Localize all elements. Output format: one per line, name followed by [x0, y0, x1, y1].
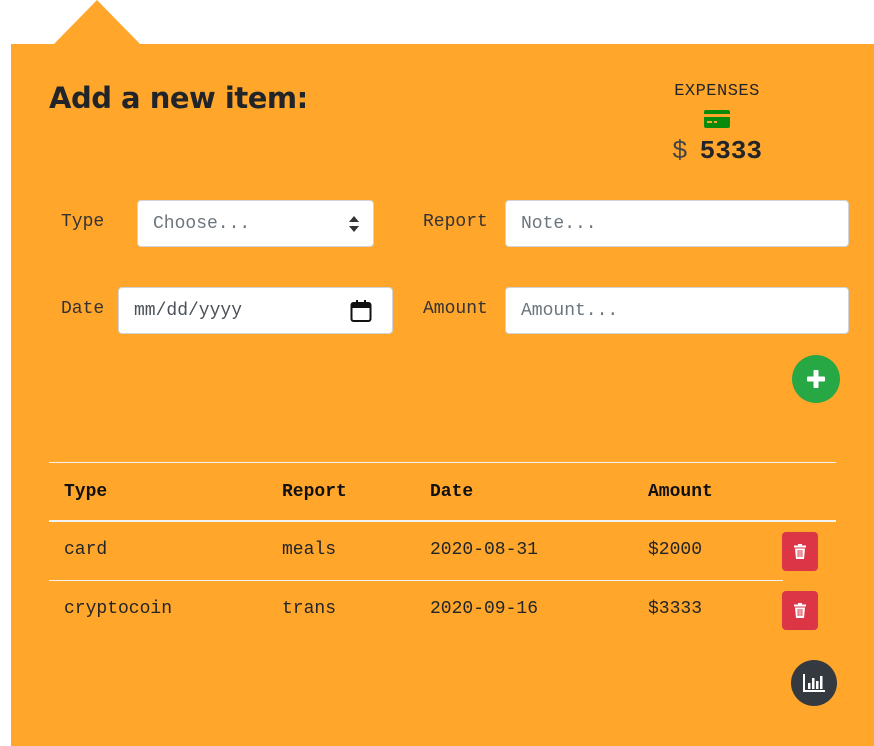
- cell-amount: $2000: [648, 540, 703, 560]
- cell-amount: $3333: [648, 599, 703, 619]
- column-header-report: Report: [282, 482, 347, 502]
- panel-tab-arrow: [53, 0, 141, 45]
- expenses-summary: EXPENSES $5333: [647, 82, 787, 166]
- credit-card-icon: [704, 110, 730, 128]
- report-input[interactable]: [521, 201, 833, 246]
- report-label: Report: [423, 212, 488, 232]
- type-select-value: Choose...: [153, 213, 251, 234]
- cell-report: trans: [282, 599, 337, 619]
- amount-label: Amount: [423, 299, 488, 319]
- table-row: card meals 2020-08-31 $2000: [49, 522, 818, 581]
- type-label: Type: [61, 212, 105, 232]
- amount-input[interactable]: [521, 288, 833, 333]
- expenses-label: EXPENSES: [674, 82, 760, 101]
- delete-row-button[interactable]: [782, 591, 818, 630]
- cell-date: 2020-09-16: [430, 599, 539, 619]
- cell-report: meals: [282, 540, 337, 560]
- table-header: Type Report Date Amount: [49, 462, 836, 522]
- trash-icon: [794, 603, 806, 618]
- bar-chart-icon: [803, 674, 825, 692]
- table-row: cryptocoin trans 2020-09-16 $3333: [49, 581, 836, 640]
- cell-type: cryptocoin: [64, 599, 173, 619]
- amount-field[interactable]: [505, 287, 849, 334]
- expenses-amount: 5333: [699, 136, 763, 166]
- column-header-date: Date: [430, 482, 474, 502]
- page-title: Add a new item:: [49, 81, 308, 115]
- column-header-amount: Amount: [648, 482, 713, 502]
- plus-icon: [807, 370, 825, 388]
- view-chart-button[interactable]: [791, 660, 837, 706]
- calendar-icon[interactable]: [350, 299, 372, 323]
- type-select[interactable]: Choose...: [137, 200, 374, 247]
- report-field[interactable]: [505, 200, 849, 247]
- currency-symbol: $: [671, 136, 688, 166]
- expense-panel: Add a new item: EXPENSES $5333 Type Choo…: [11, 44, 874, 746]
- select-caret-icon: [349, 216, 359, 232]
- cell-type: card: [64, 540, 108, 560]
- cell-date: 2020-08-31: [430, 540, 539, 560]
- trash-icon: [794, 544, 806, 559]
- date-label: Date: [61, 299, 105, 319]
- date-field[interactable]: mm/dd/yyyy: [118, 287, 393, 334]
- date-placeholder: mm/dd/yyyy: [134, 300, 243, 321]
- delete-row-button[interactable]: [782, 532, 818, 571]
- expenses-total: $5333: [647, 136, 787, 166]
- column-header-type: Type: [64, 482, 108, 502]
- add-item-button[interactable]: [792, 355, 840, 403]
- expenses-table: Type Report Date Amount card meals 2020-…: [49, 462, 836, 640]
